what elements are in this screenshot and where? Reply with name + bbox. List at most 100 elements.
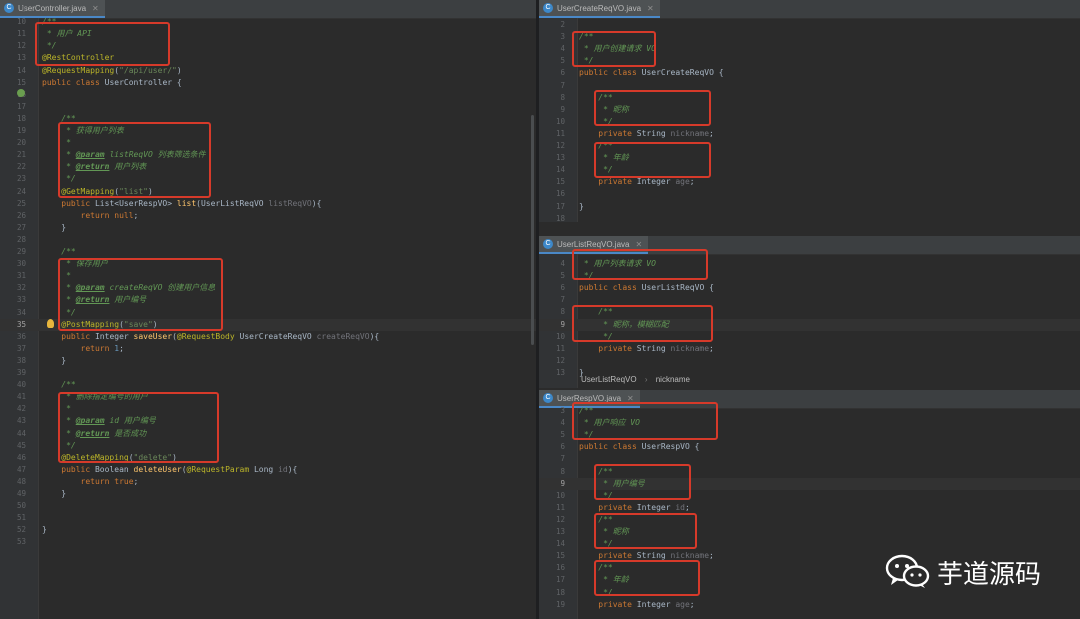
tab-label: UserCreateReqVO.java	[557, 3, 642, 13]
highlight-box	[594, 513, 697, 549]
code-text: public class UserListReqVO {	[579, 283, 714, 293]
highlight-box	[572, 402, 718, 440]
line-number: 43	[16, 416, 26, 426]
code-line[interactable]: 27 }	[0, 222, 536, 234]
vertical-scrollbar[interactable]	[531, 115, 534, 345]
code-line[interactable]: 12	[539, 355, 1080, 367]
code-line[interactable]: 40 /**	[0, 379, 536, 391]
line-number: 15	[555, 177, 565, 187]
line-number: 19	[16, 126, 26, 135]
watermark: 芋道源码	[885, 550, 1050, 592]
line-number: 33	[16, 295, 26, 305]
code-text: private Integer age;	[598, 599, 695, 609]
code-line[interactable]: 37 return 1;	[0, 343, 536, 355]
code-line[interactable]: 26 return null;	[0, 210, 536, 222]
line-number: 10	[16, 17, 26, 27]
spring-bean-icon[interactable]	[17, 89, 25, 97]
line-number: 11	[16, 29, 26, 39]
line-number: 30	[16, 259, 26, 269]
code-line[interactable]: 52}	[0, 524, 536, 536]
code-line[interactable]: 17}	[539, 201, 1080, 213]
line-number: 23	[16, 174, 26, 184]
line-number: 4	[560, 44, 565, 54]
code-line[interactable]: 47 public Boolean deleteUser(@RequestPar…	[0, 464, 536, 476]
code-text: /**	[42, 247, 76, 256]
code-line[interactable]: 16	[0, 89, 536, 101]
code-line[interactable]: 14 @RequestMapping("/api/user/")	[0, 65, 536, 77]
line-number: 26	[16, 210, 26, 220]
code-text: }	[42, 355, 67, 365]
line-number: 46	[16, 452, 26, 462]
pane-divider[interactable]	[539, 222, 1080, 236]
tab-user-create-req-vo[interactable]: C UserCreateReqVO.java ✕	[539, 0, 660, 18]
line-number: 15	[16, 77, 26, 87]
code-text: }	[42, 222, 67, 232]
code-line[interactable]: 53	[0, 536, 536, 548]
close-icon[interactable]: ✕	[647, 4, 654, 13]
highlight-box	[58, 392, 219, 463]
code-line[interactable]: 29 /**	[0, 246, 536, 258]
code-line[interactable]: 6 public class UserCreateReqVO {	[539, 67, 1080, 79]
breadcrumb-field[interactable]: nickname	[656, 375, 690, 384]
line-number: 16	[555, 189, 565, 199]
code-line[interactable]: 11 private String nickname;	[539, 128, 1080, 140]
line-number: 53	[16, 537, 26, 547]
line-number: 10	[555, 490, 565, 500]
lightbulb-icon[interactable]	[47, 319, 54, 328]
line-number: 20	[16, 138, 26, 148]
highlight-box	[572, 31, 656, 67]
code-text: public Integer saveUser(@RequestBody Use…	[61, 331, 380, 341]
line-number: 13	[16, 53, 26, 63]
line-number: 6	[560, 442, 565, 452]
code-line[interactable]: 51	[0, 512, 536, 524]
code-line[interactable]: 38 }	[0, 355, 536, 367]
code-line[interactable]: 17	[0, 101, 536, 113]
code-text: }	[42, 525, 47, 535]
line-number: 17	[555, 201, 565, 211]
line-number: 5	[560, 430, 565, 440]
code-line[interactable]: 28	[0, 234, 536, 246]
line-number: 47	[16, 464, 26, 474]
code-line[interactable]: 49 }	[0, 488, 536, 500]
code-line[interactable]: 19 private Integer age;	[539, 599, 1080, 611]
line-number: 11	[555, 128, 565, 138]
code-line[interactable]: 25 public List<UserRespVO> list(UserList…	[0, 198, 536, 210]
code-text: }	[579, 201, 584, 211]
line-number: 18	[555, 213, 565, 222]
code-line[interactable]: 15 public class UserController {	[0, 77, 536, 89]
code-text: public List<UserRespVO> list(UserListReq…	[61, 198, 322, 208]
pane-divider[interactable]	[536, 0, 539, 619]
line-number: 10	[555, 331, 565, 341]
code-line[interactable]: 39	[0, 367, 536, 379]
line-number: 14	[16, 65, 26, 75]
highlight-box	[594, 90, 711, 126]
code-line[interactable]: 11 private String nickname;	[539, 343, 1080, 355]
code-line[interactable]: 11 private Integer id;	[539, 502, 1080, 514]
line-number: 2	[560, 20, 565, 29]
line-number: 49	[16, 489, 26, 498]
code-line[interactable]: 50	[0, 500, 536, 512]
code-text: @RequestMapping("/api/user/")	[42, 65, 182, 75]
code-line[interactable]: 6 public class UserListReqVO {	[539, 282, 1080, 294]
line-number: 17	[555, 575, 565, 585]
code-line[interactable]: 18	[539, 213, 1080, 222]
line-number: 13	[555, 153, 565, 163]
code-line[interactable]: 15 private Integer age;	[539, 176, 1080, 188]
java-class-icon: C	[543, 239, 553, 249]
line-number: 42	[16, 404, 26, 414]
line-number: 5	[560, 56, 565, 66]
code-line[interactable]: 16	[539, 188, 1080, 200]
code-line[interactable]: 48 return true;	[0, 476, 536, 488]
highlight-box	[594, 560, 700, 596]
highlight-box	[572, 249, 708, 280]
line-number: 3	[560, 406, 565, 415]
breadcrumb-class[interactable]: UserListReqVO	[581, 375, 637, 384]
editor-pane-user-create-req-vo: C UserCreateReqVO.java ✕ 2 3/** 4 * 用户创建请求…	[539, 0, 1080, 222]
code-line[interactable]: 9	[0, 4, 536, 16]
code-line[interactable]: 36 public Integer saveUser(@RequestBody …	[0, 331, 536, 343]
close-icon[interactable]: ✕	[635, 240, 642, 249]
code-line[interactable]: 2	[539, 19, 1080, 31]
code-text: return null;	[80, 210, 139, 220]
code-line[interactable]: 6 public class UserRespVO {	[539, 441, 1080, 453]
highlight-box	[594, 464, 691, 500]
